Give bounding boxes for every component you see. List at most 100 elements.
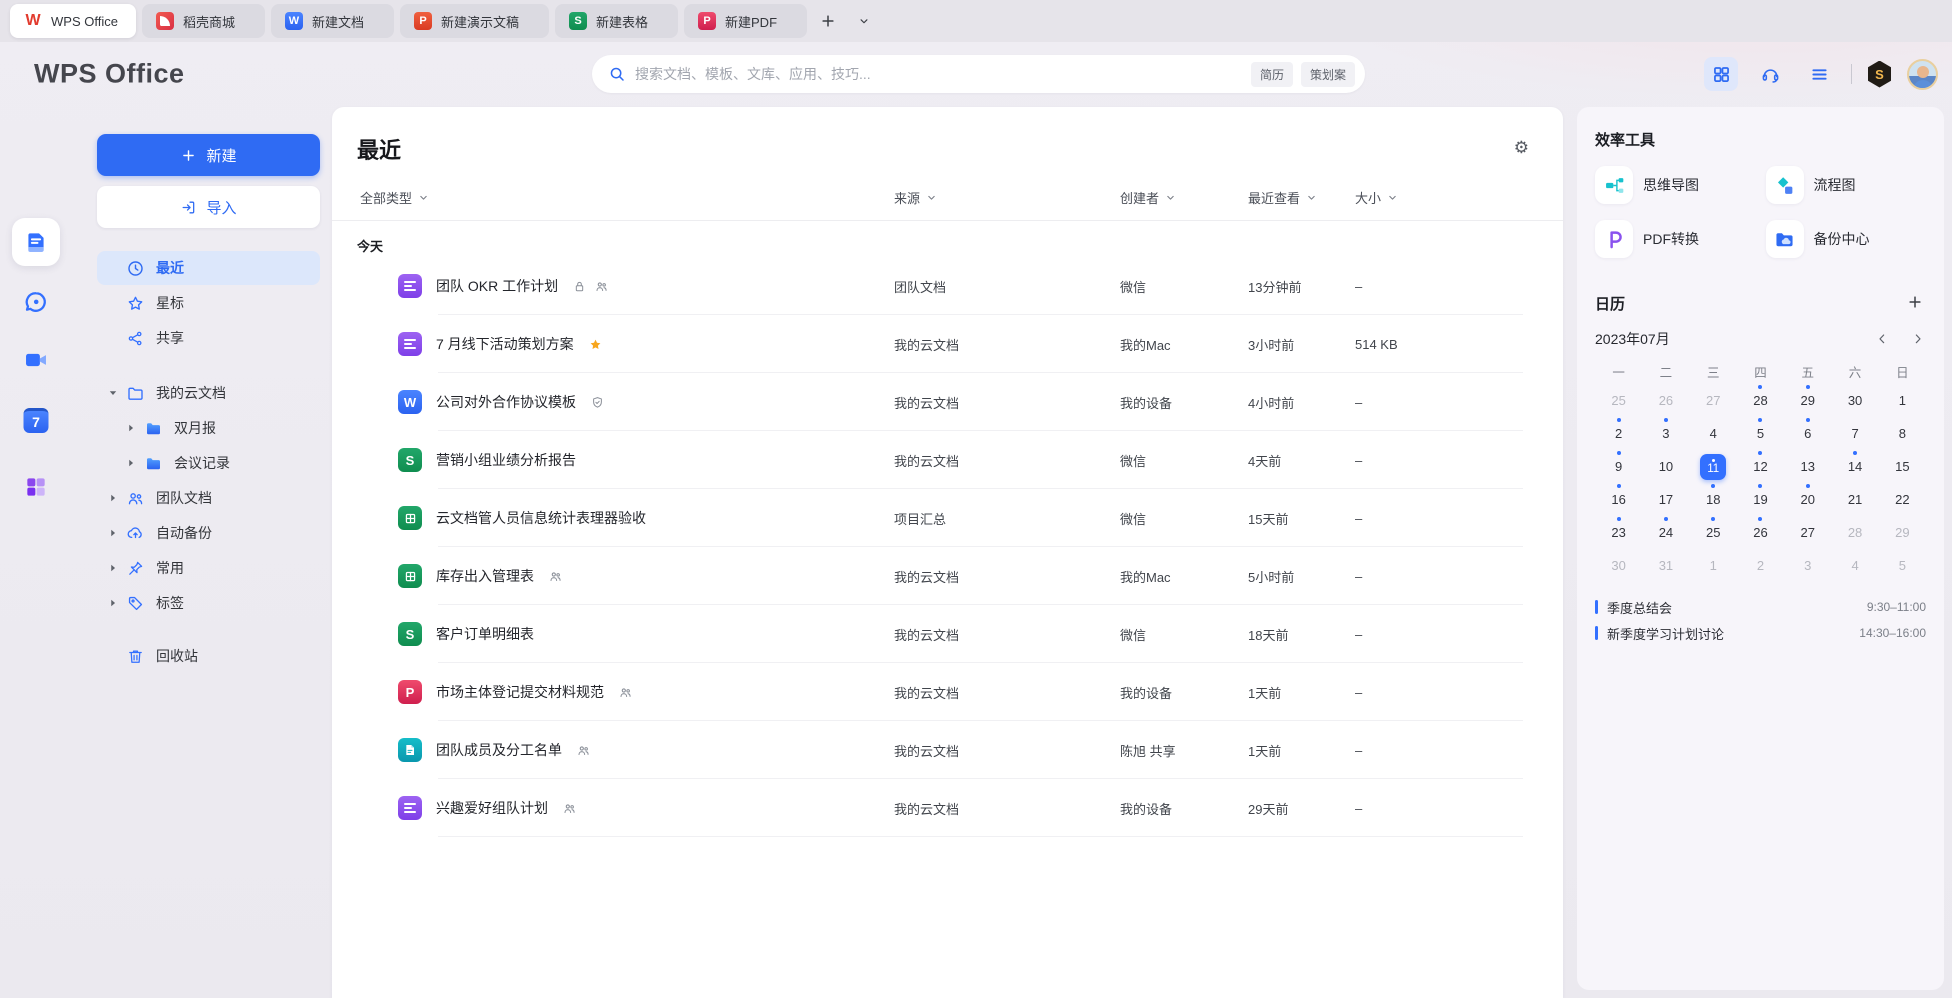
sidebar-item-共享[interactable]: 共享 [97,321,320,355]
apps-grid-button[interactable] [1704,57,1738,91]
sidebar-item-常用[interactable]: 常用 [97,551,320,585]
search-hot-chip[interactable]: 策划案 [1301,62,1355,87]
tab-home[interactable]: WWPS Office [10,4,136,38]
calendar-day[interactable]: 9 [1595,450,1642,483]
sidebar-item-双月报[interactable]: 双月报 [97,411,320,445]
calendar-day[interactable]: 29 [1784,384,1831,417]
table-row[interactable]: 团队成员及分工名单我的云文档陈旭 共享1天前– [332,721,1563,779]
tab-document-3[interactable]: P新建演示文稿 [400,4,549,38]
caret-right-icon[interactable] [124,456,138,470]
table-row[interactable]: 7 月线下活动策划方案我的云文档我的Mac3小时前514 KB [332,315,1563,373]
calendar-day[interactable]: 25 [1690,516,1737,549]
calendar-day[interactable]: 10 [1642,450,1689,483]
calendar-day[interactable]: 18 [1690,483,1737,516]
calendar-day[interactable]: 20 [1784,483,1831,516]
sidebar-item-星标[interactable]: 星标 [97,286,320,320]
calendar-next-button[interactable] [1910,331,1926,347]
calendar-day[interactable]: 17 [1642,483,1689,516]
tool-流程图[interactable]: 流程图 [1766,166,1927,204]
caret-down-icon[interactable] [106,386,120,400]
calendar-day[interactable]: 7 [1831,417,1878,450]
calendar-event[interactable]: 季度总结会9:30–11:00 [1595,594,1926,620]
search-hot-chip[interactable]: 简历 [1251,62,1293,87]
calendar-prev-button[interactable] [1874,331,1890,347]
calendar-day[interactable]: 26 [1737,516,1784,549]
caret-right-icon[interactable] [106,526,120,540]
table-row[interactable]: 云文档管人员信息统计表理器验收项目汇总微信15天前– [332,489,1563,547]
rail-apps[interactable] [23,474,49,500]
calendar-day[interactable]: 13 [1784,450,1831,483]
calendar-day[interactable]: 29 [1879,516,1926,549]
tab-document-2[interactable]: W新建文档 [271,4,394,38]
calendar-day[interactable]: 2 [1595,417,1642,450]
rail-docs-home[interactable] [12,218,60,266]
calendar-day[interactable]: 30 [1595,549,1642,582]
tab-document-1[interactable]: 稻壳商城 [142,4,265,38]
new-tab-button[interactable] [813,6,843,36]
calendar-day[interactable]: 14 [1831,450,1878,483]
calendar-day[interactable]: 21 [1831,483,1878,516]
calendar-day[interactable]: 28 [1737,384,1784,417]
calendar-day[interactable]: 23 [1595,516,1642,549]
calendar-day[interactable]: 19 [1737,483,1784,516]
member-badge[interactable]: S [1867,61,1892,88]
filter-全部类型[interactable]: 全部类型 [360,188,430,207]
tool-备份中心[interactable]: 备份中心 [1766,220,1927,258]
filter-大小[interactable]: 大小 [1355,188,1399,207]
calendar-day[interactable]: 28 [1831,516,1878,549]
caret-right-icon[interactable] [106,491,120,505]
calendar-day-selected[interactable]: 11 [1690,450,1737,483]
caret-right-icon[interactable] [106,596,120,610]
rail-chat[interactable] [23,289,49,315]
calendar-day[interactable]: 8 [1879,417,1926,450]
sidebar-item-自动备份[interactable]: 自动备份 [97,516,320,550]
calendar-day[interactable]: 22 [1879,483,1926,516]
tab-document-4[interactable]: S新建表格 [555,4,678,38]
sidebar-item-标签[interactable]: 标签 [97,586,320,620]
caret-right-icon[interactable] [124,421,138,435]
sidebar-item-回收站[interactable]: 回收站 [97,639,320,673]
tab-document-5[interactable]: P新建PDF [684,4,807,38]
table-row[interactable]: S营销小组业绩分析报告我的云文档微信4天前– [332,431,1563,489]
calendar-day[interactable]: 1 [1690,549,1737,582]
menu-button[interactable] [1802,57,1836,91]
filter-创建者[interactable]: 创建者 [1120,188,1177,207]
import-button[interactable]: 导入 [97,186,320,228]
calendar-event[interactable]: 新季度学习计划讨论14:30–16:00 [1595,620,1926,646]
calendar-day[interactable]: 27 [1690,384,1737,417]
rail-calendar[interactable]: 7 [24,408,49,433]
sidebar-item-最近[interactable]: 最近 [97,251,320,285]
calendar-day[interactable]: 12 [1737,450,1784,483]
search-bar[interactable]: 简历策划案 [592,55,1365,93]
sidebar-item-团队文档[interactable]: 团队文档 [97,481,320,515]
add-event-button[interactable] [1904,292,1926,314]
table-row[interactable]: S客户订单明细表我的云文档微信18天前– [332,605,1563,663]
calendar-day[interactable]: 1 [1879,384,1926,417]
tool-PDF转换[interactable]: PDF转换 [1595,220,1756,258]
table-row[interactable]: 库存出入管理表我的云文档我的Mac5小时前– [332,547,1563,605]
new-document-button[interactable]: 新建 [97,134,320,176]
calendar-day[interactable]: 27 [1784,516,1831,549]
calendar-day[interactable]: 3 [1784,549,1831,582]
calendar-day[interactable]: 25 [1595,384,1642,417]
calendar-day[interactable]: 4 [1831,549,1878,582]
calendar-day[interactable]: 16 [1595,483,1642,516]
calendar-day[interactable]: 15 [1879,450,1926,483]
avatar[interactable] [1907,59,1938,90]
calendar-day[interactable]: 2 [1737,549,1784,582]
tool-思维导图[interactable]: 思维导图 [1595,166,1756,204]
calendar-day[interactable]: 4 [1690,417,1737,450]
calendar-day[interactable]: 31 [1642,549,1689,582]
sidebar-item-会议记录[interactable]: 会议记录 [97,446,320,480]
table-row[interactable]: 团队 OKR 工作计划团队文档微信13分钟前– [332,257,1563,315]
rail-meetings[interactable] [23,347,49,373]
calendar-day[interactable]: 30 [1831,384,1878,417]
table-row[interactable]: P市场主体登记提交材料规范我的云文档我的设备1天前– [332,663,1563,721]
settings-gear-icon[interactable]: ⚙ [1514,139,1529,156]
table-row[interactable]: 兴趣爱好组队计划我的云文档我的设备29天前– [332,779,1563,837]
calendar-day[interactable]: 3 [1642,417,1689,450]
caret-right-icon[interactable] [106,561,120,575]
calendar-day[interactable]: 5 [1737,417,1784,450]
table-row[interactable]: W公司对外合作协议模板我的云文档我的设备4小时前– [332,373,1563,431]
calendar-day[interactable]: 26 [1642,384,1689,417]
